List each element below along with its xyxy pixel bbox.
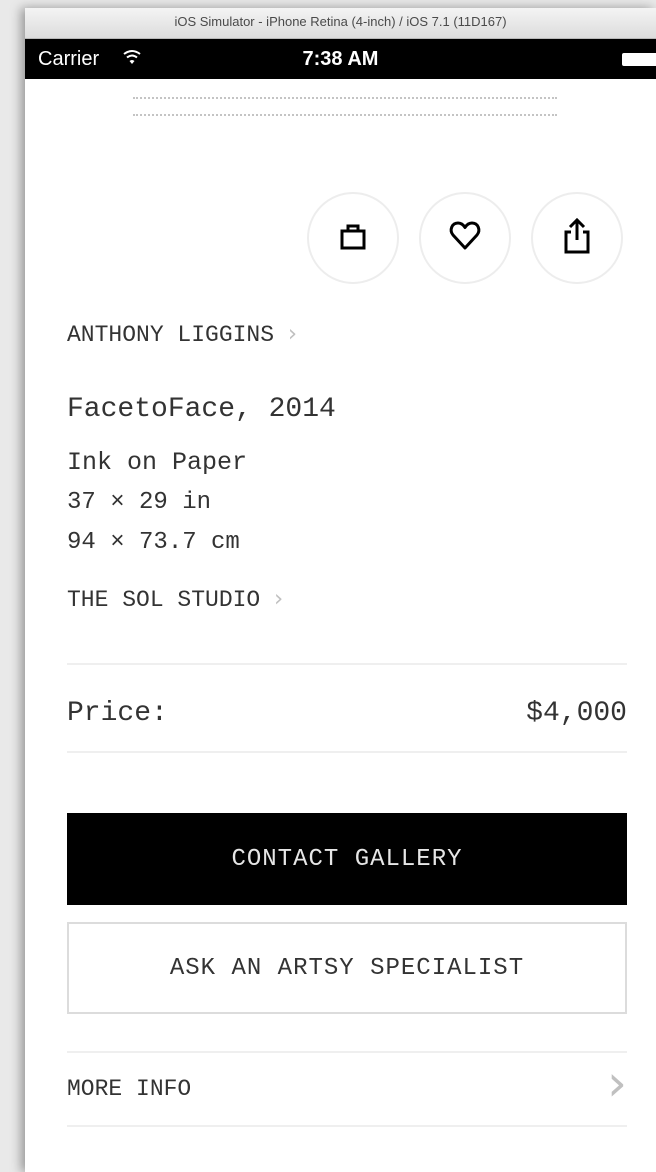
dimensions-cm: 94 × 73.7 cm [67, 529, 240, 556]
artist-link[interactable]: ANTHONY LIGGINS › [67, 321, 297, 348]
simulator-window: iOS Simulator - iPhone Retina (4-inch) /… [25, 8, 656, 1172]
image-placeholder-top [133, 97, 557, 99]
chevron-right-icon: › [274, 586, 284, 612]
bag-icon [336, 219, 370, 258]
partner-name: THE SOL STUDIO [67, 587, 261, 613]
more-info-row[interactable]: MORE INFO › [67, 1054, 627, 1124]
divider [67, 1051, 627, 1053]
divider [67, 1125, 627, 1127]
price-value: $4,000 [526, 698, 627, 729]
share-icon [560, 217, 594, 260]
battery-icon [622, 53, 656, 66]
contact-gallery-button[interactable]: CONTACT GALLERY [67, 813, 627, 905]
price-label: Price: [67, 698, 168, 729]
artist-name: ANTHONY LIGGINS [67, 322, 275, 348]
heart-icon [448, 219, 482, 258]
clock: 7:38 AM [302, 48, 379, 70]
chevron-right-icon: › [287, 321, 298, 347]
partner-link[interactable]: THE SOL STUDIO › [67, 586, 283, 613]
ask-specialist-button[interactable]: ASK AN ARTSY SPECIALIST [67, 922, 627, 1014]
divider [67, 663, 627, 665]
divider [67, 751, 627, 753]
artwork-title: FacetoFace, 2014 [67, 394, 336, 425]
favorite-button[interactable] [419, 192, 511, 284]
status-bar: Carrier 7:38 AM [25, 39, 656, 79]
simulator-title: iOS Simulator - iPhone Retina (4-inch) /… [25, 8, 656, 39]
chevron-right-icon: › [607, 1054, 627, 1112]
buy-button[interactable] [307, 192, 399, 284]
artwork-medium: Ink on Paper [67, 448, 248, 477]
dimensions-inches: 37 × 29 in [67, 489, 212, 516]
share-button[interactable] [531, 192, 623, 284]
more-info-label: MORE INFO [67, 1076, 192, 1102]
image-placeholder-bottom [133, 114, 557, 116]
